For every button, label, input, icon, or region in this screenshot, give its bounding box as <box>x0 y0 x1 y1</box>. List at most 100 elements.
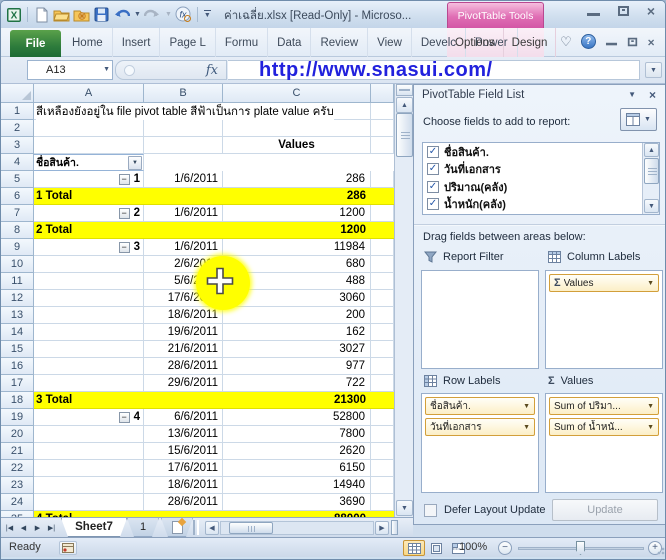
date-cell[interactable]: 1/6/2011 <box>144 205 223 222</box>
close-icon[interactable]: × <box>647 6 655 16</box>
scroll-up-icon[interactable]: ▲ <box>644 143 659 157</box>
value-cell[interactable]: 3690 <box>223 494 371 511</box>
values-area[interactable]: Sum of ปริมา...▼ Sum of น้ำหนั...▼ <box>545 393 663 493</box>
tab-split-handle[interactable] <box>193 520 199 535</box>
date-cell[interactable]: 17/6/2011 <box>144 460 223 477</box>
scroll-down-icon[interactable]: ▼ <box>396 500 413 516</box>
row-header-7[interactable]: 7 <box>1 205 34 222</box>
field-dropdown-icon[interactable]: ▼ <box>523 403 530 410</box>
zoom-slider-thumb[interactable] <box>576 541 585 555</box>
row-header-11[interactable]: 11 <box>1 273 34 290</box>
pivot-field-button[interactable]: ชื่อสินค้า.▼ <box>425 397 535 415</box>
column-header-d[interactable] <box>371 84 394 103</box>
select-all-corner[interactable] <box>1 84 34 103</box>
formula-lookup-icon[interactable]: fx <box>175 6 192 23</box>
insert-function-icon[interactable]: fx <box>206 63 218 78</box>
open-folder-icon[interactable] <box>53 6 70 23</box>
hscroll-right-icon[interactable]: ▶ <box>375 521 389 535</box>
workbook-minimize-icon[interactable] <box>606 38 617 46</box>
pivot-field-button[interactable]: ΣValues▼ <box>549 274 659 292</box>
column-header-a[interactable]: A <box>34 84 144 103</box>
row-header-14[interactable]: 14 <box>1 324 34 341</box>
row-header-15[interactable]: 15 <box>1 341 34 358</box>
report-filter-area[interactable] <box>421 270 539 369</box>
restore-icon[interactable] <box>618 6 629 16</box>
value-cell[interactable]: 200 <box>223 307 371 324</box>
value-cell[interactable]: 2620 <box>223 443 371 460</box>
row-header-3[interactable]: 3 <box>1 137 34 154</box>
tab-design[interactable]: Design <box>504 28 557 57</box>
field-checkbox-row[interactable]: ✓ปริมาณ(คลัง) <box>423 178 659 196</box>
scroll-down-icon[interactable]: ▼ <box>644 199 659 213</box>
row-header-20[interactable]: 20 <box>1 426 34 443</box>
pivot-total-row[interactable]: 2 Total1200 <box>34 222 394 239</box>
workbook-restore-icon[interactable] <box>628 37 637 46</box>
row-header-5[interactable]: 5 <box>1 171 34 188</box>
first-sheet-icon[interactable]: |◀ <box>3 521 16 535</box>
value-cell[interactable]: 6150 <box>223 460 371 477</box>
horizontal-scrollbar[interactable] <box>220 521 374 535</box>
tab-insert[interactable]: Insert <box>113 28 161 57</box>
pivot-values-caption[interactable]: Values <box>223 137 371 154</box>
help-icon[interactable]: ? <box>581 34 596 49</box>
row-header-6[interactable]: 6 <box>1 188 34 205</box>
field-checkbox-row[interactable]: ✓วันที่เอกสาร <box>423 161 659 179</box>
previous-sheet-icon[interactable]: ◀ <box>17 521 30 535</box>
value-cell[interactable]: 11984 <box>223 239 371 256</box>
page-layout-view-icon[interactable] <box>425 540 447 556</box>
value-cell[interactable]: 977 <box>223 358 371 375</box>
collapse-icon[interactable]: − <box>119 174 130 185</box>
date-cell[interactable]: 18/6/2011 <box>144 477 223 494</box>
horizontal-scroll-thumb[interactable] <box>229 522 273 534</box>
date-cell[interactable]: 19/6/2011 <box>144 324 223 341</box>
last-sheet-icon[interactable]: ▶| <box>45 521 58 535</box>
pivot-header-product[interactable]: ชื่อสินค้า.▼ <box>34 154 144 171</box>
row-header-12[interactable]: 12 <box>1 290 34 307</box>
vertical-scrollbar[interactable]: ▲ ▼ <box>394 84 413 517</box>
scroll-up-icon[interactable]: ▲ <box>396 97 413 113</box>
column-header-b[interactable]: B <box>144 84 223 103</box>
row-header-24[interactable]: 24 <box>1 494 34 511</box>
split-handle[interactable] <box>396 84 413 96</box>
name-box[interactable]: A13 ▼ <box>27 60 113 80</box>
date-cell[interactable]: 15/6/2011 <box>144 443 223 460</box>
row-header-17[interactable]: 17 <box>1 375 34 392</box>
name-box-splitter[interactable] <box>124 65 135 76</box>
qat-overflow-icon[interactable]: ▼ <box>204 10 211 19</box>
pivot-field-button[interactable]: Sum of น้ำหนั...▼ <box>549 418 659 436</box>
collapse-icon[interactable]: − <box>119 412 130 423</box>
checkbox-icon[interactable]: ✓ <box>427 146 439 158</box>
pivot-field-button[interactable]: Sum of ปริมา...▼ <box>549 397 659 415</box>
sheet-tab-active[interactable]: Sheet7 <box>61 518 127 537</box>
pivot-field-button[interactable]: วันที่เอกสาร▼ <box>425 418 535 436</box>
row-header-2[interactable]: 2 <box>1 120 34 137</box>
column-header-c[interactable]: C <box>223 84 371 103</box>
row-header-4[interactable]: 4 <box>1 154 34 171</box>
value-cell[interactable]: 14940 <box>223 477 371 494</box>
tab-formu[interactable]: Formu <box>216 28 268 57</box>
collapse-icon[interactable]: − <box>119 242 130 253</box>
row-header-9[interactable]: 9 <box>1 239 34 256</box>
tab-file[interactable]: File <box>10 30 61 57</box>
row-header-21[interactable]: 21 <box>1 443 34 460</box>
filter-dropdown-icon[interactable]: ▼ <box>128 156 142 170</box>
save-icon[interactable] <box>93 6 110 23</box>
field-dropdown-icon[interactable]: ▼ <box>647 424 654 431</box>
minimize-icon[interactable] <box>587 7 600 16</box>
workbook-close-icon[interactable]: × <box>647 37 654 46</box>
tab-page-l[interactable]: Page L <box>160 28 215 57</box>
value-cell[interactable]: 52800 <box>223 409 371 426</box>
row-header-13[interactable]: 13 <box>1 307 34 324</box>
row-header-22[interactable]: 22 <box>1 460 34 477</box>
row-labels-area[interactable]: ชื่อสินค้า.▼ วันที่เอกสาร▼ <box>421 393 539 493</box>
date-cell[interactable]: 18/6/2011 <box>144 307 223 324</box>
row-header-23[interactable]: 23 <box>1 477 34 494</box>
zoom-out-icon[interactable]: − <box>498 541 512 555</box>
date-cell[interactable]: 1/6/2011 <box>144 239 223 256</box>
date-cell[interactable] <box>144 120 223 137</box>
open-folder-special-icon[interactable] <box>73 6 90 23</box>
pivot-total-row[interactable]: 1 Total286 <box>34 188 394 205</box>
date-cell[interactable]: 28/6/2011 <box>144 494 223 511</box>
excel-logo-icon[interactable]: X <box>5 6 22 23</box>
date-cell[interactable]: 1/6/2011 <box>144 171 223 188</box>
